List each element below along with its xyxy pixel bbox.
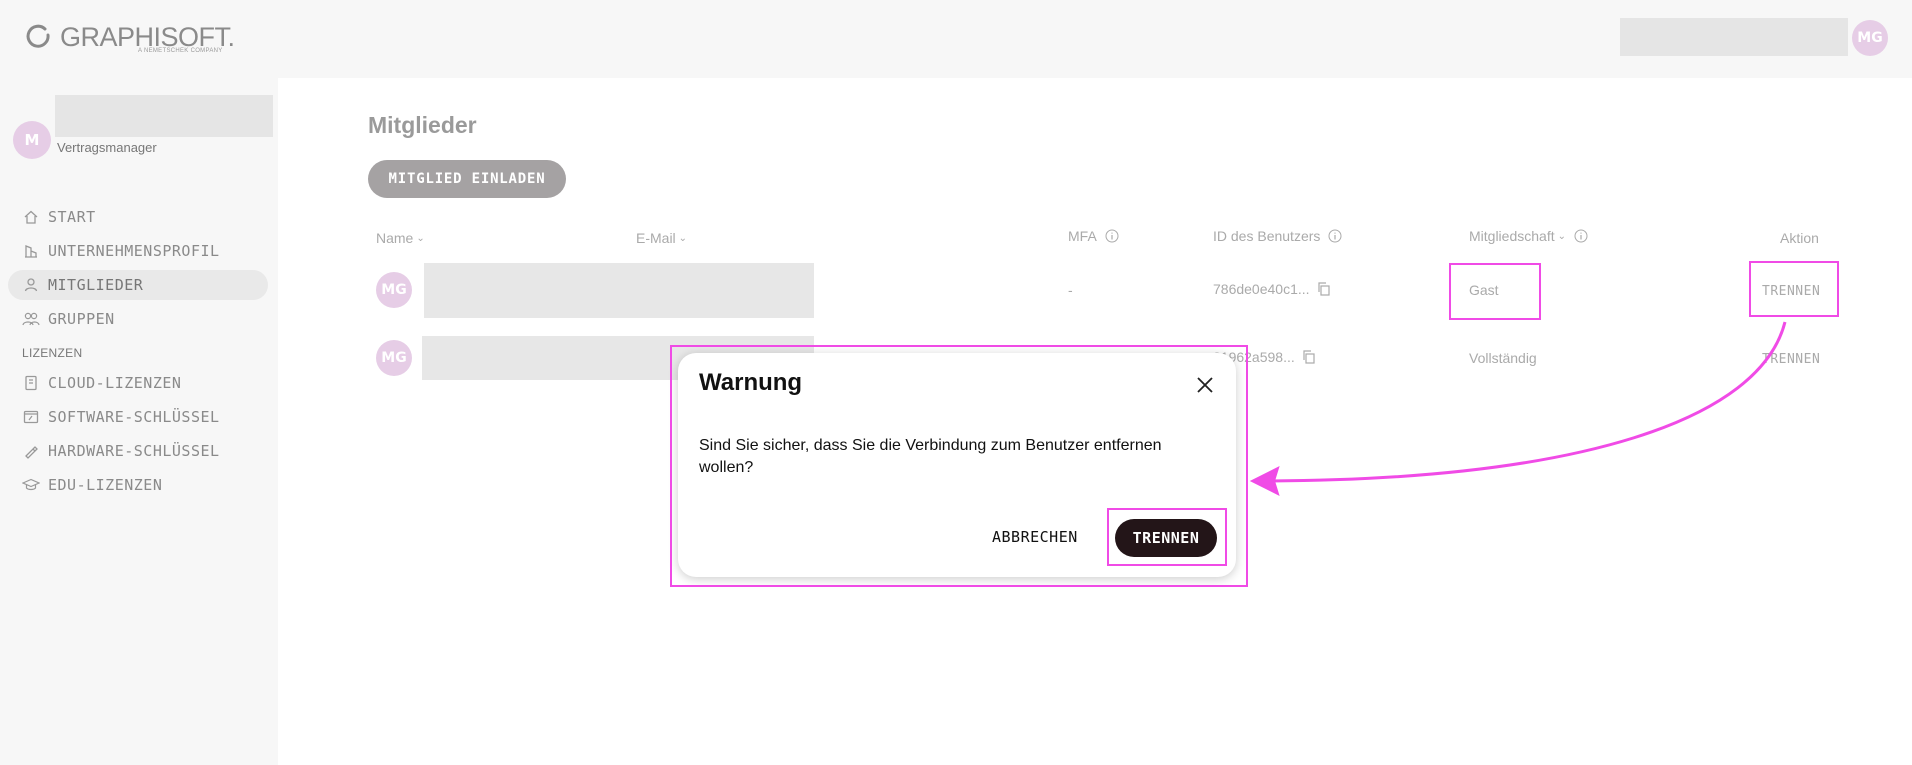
graphisoft-logo[interactable]: GRAPHISOFT. A NEMETSCHEK COMPANY <box>26 22 235 54</box>
org-avatar: M <box>13 121 51 159</box>
sidebar-item-label: UNTERNEHMENSPROFIL <box>48 242 220 260</box>
annotation-highlight-confirm <box>1107 508 1227 566</box>
row-mfa: - <box>1068 282 1073 298</box>
building-icon <box>22 242 40 260</box>
column-header-user-id: ID des Benutzers <box>1213 228 1342 244</box>
annotation-highlight-action <box>1749 261 1839 317</box>
sidebar-item-label: CLOUD-LIZENZEN <box>48 374 182 392</box>
graduation-cap-icon <box>22 476 40 494</box>
disconnect-button[interactable]: TRENNEN <box>1762 352 1820 367</box>
cloud-license-icon <box>22 374 40 392</box>
invite-member-button[interactable]: MITGLIED EINLADEN <box>368 160 566 198</box>
info-icon[interactable] <box>1328 229 1342 243</box>
sidebar-item-label: SOFTWARE-SCHLÜSSEL <box>48 408 220 426</box>
row-membership: Vollständig <box>1469 350 1537 366</box>
sidebar-item-mitglieder[interactable]: MITGLIEDER <box>8 270 268 300</box>
column-header-label: MFA <box>1068 228 1097 244</box>
sidebar-nav: START UNTERNEHMENSPROFIL MITGLIEDER GRUP… <box>8 202 268 504</box>
sidebar-item-label: GRUPPEN <box>48 310 115 328</box>
sidebar-item-hardware-schluessel[interactable]: HARDWARE-SCHLÜSSEL <box>8 436 268 466</box>
chevron-down-icon: ⌄ <box>416 232 425 244</box>
sidebar-item-cloud-lizenzen[interactable]: CLOUD-LIZENZEN <box>8 368 268 398</box>
sidebar-item-gruppen[interactable]: GRUPPEN <box>8 304 268 334</box>
column-header-label: Mitgliedschaft <box>1469 228 1555 244</box>
logo-subtext: A NEMETSCHEK COMPANY <box>138 48 223 54</box>
sidebar-item-label: EDU-LIZENZEN <box>48 476 163 494</box>
column-header-label: ID des Benutzers <box>1213 228 1321 244</box>
column-header-label: Aktion <box>1780 230 1819 246</box>
sidebar-item-edu-lizenzen[interactable]: EDU-LIZENZEN <box>8 470 268 500</box>
row-avatar: MG <box>376 340 412 376</box>
column-header-mfa: MFA <box>1068 228 1119 244</box>
annotation-highlight-membership <box>1449 263 1541 320</box>
user-icon <box>22 276 40 294</box>
page-title: Mitglieder <box>368 112 477 138</box>
info-icon[interactable] <box>1105 229 1119 243</box>
hardware-key-icon <box>22 442 40 460</box>
users-icon <box>22 310 40 328</box>
copy-icon[interactable] <box>1316 281 1332 297</box>
row-avatar: MG <box>376 272 412 308</box>
chevron-down-icon: ⌄ <box>678 232 688 244</box>
sidebar-item-software-schluessel[interactable]: SOFTWARE-SCHLÜSSEL <box>8 402 268 432</box>
licenses-section-label: LIZENZEN <box>22 346 83 360</box>
user-id-text: 786de0e40c1... <box>1213 281 1310 297</box>
sidebar-item-start[interactable]: START <box>8 202 268 232</box>
column-header-label: E-Mail <box>636 230 676 246</box>
sidebar-item-label: START <box>48 208 96 226</box>
software-key-icon <box>22 408 40 426</box>
member-name-email-redacted <box>424 263 814 318</box>
user-avatar[interactable]: MG <box>1852 20 1888 56</box>
sidebar-item-label: MITGLIEDER <box>48 276 144 294</box>
sidebar-item-unternehmensprofil[interactable]: UNTERNEHMENSPROFIL <box>8 236 268 266</box>
copy-icon[interactable] <box>1301 349 1317 365</box>
org-name-redacted <box>55 95 273 137</box>
chevron-down-icon: ⌄ <box>1557 230 1566 242</box>
row-user-id: 786de0e40c1... <box>1213 281 1332 297</box>
column-header-action: Aktion <box>1780 230 1819 246</box>
sidebar-item-label: HARDWARE-SCHLÜSSEL <box>48 442 220 460</box>
home-icon <box>22 208 40 226</box>
column-header-name[interactable]: Name ⌄ <box>376 230 425 246</box>
header-redacted-field[interactable] <box>1620 18 1848 56</box>
org-role-label: Vertragsmanager <box>57 140 157 155</box>
sidebar: M Vertragsmanager START UNTERNEHMENSPROF… <box>0 78 278 765</box>
column-header-membership[interactable]: Mitgliedschaft ⌄ <box>1469 228 1588 244</box>
logo-mark-icon <box>26 24 50 48</box>
top-header: GRAPHISOFT. A NEMETSCHEK COMPANY MG <box>0 0 1912 78</box>
info-icon[interactable] <box>1574 229 1588 243</box>
column-header-label: Name <box>376 230 414 246</box>
column-header-email[interactable]: E-Mail ⌄ <box>636 230 687 246</box>
